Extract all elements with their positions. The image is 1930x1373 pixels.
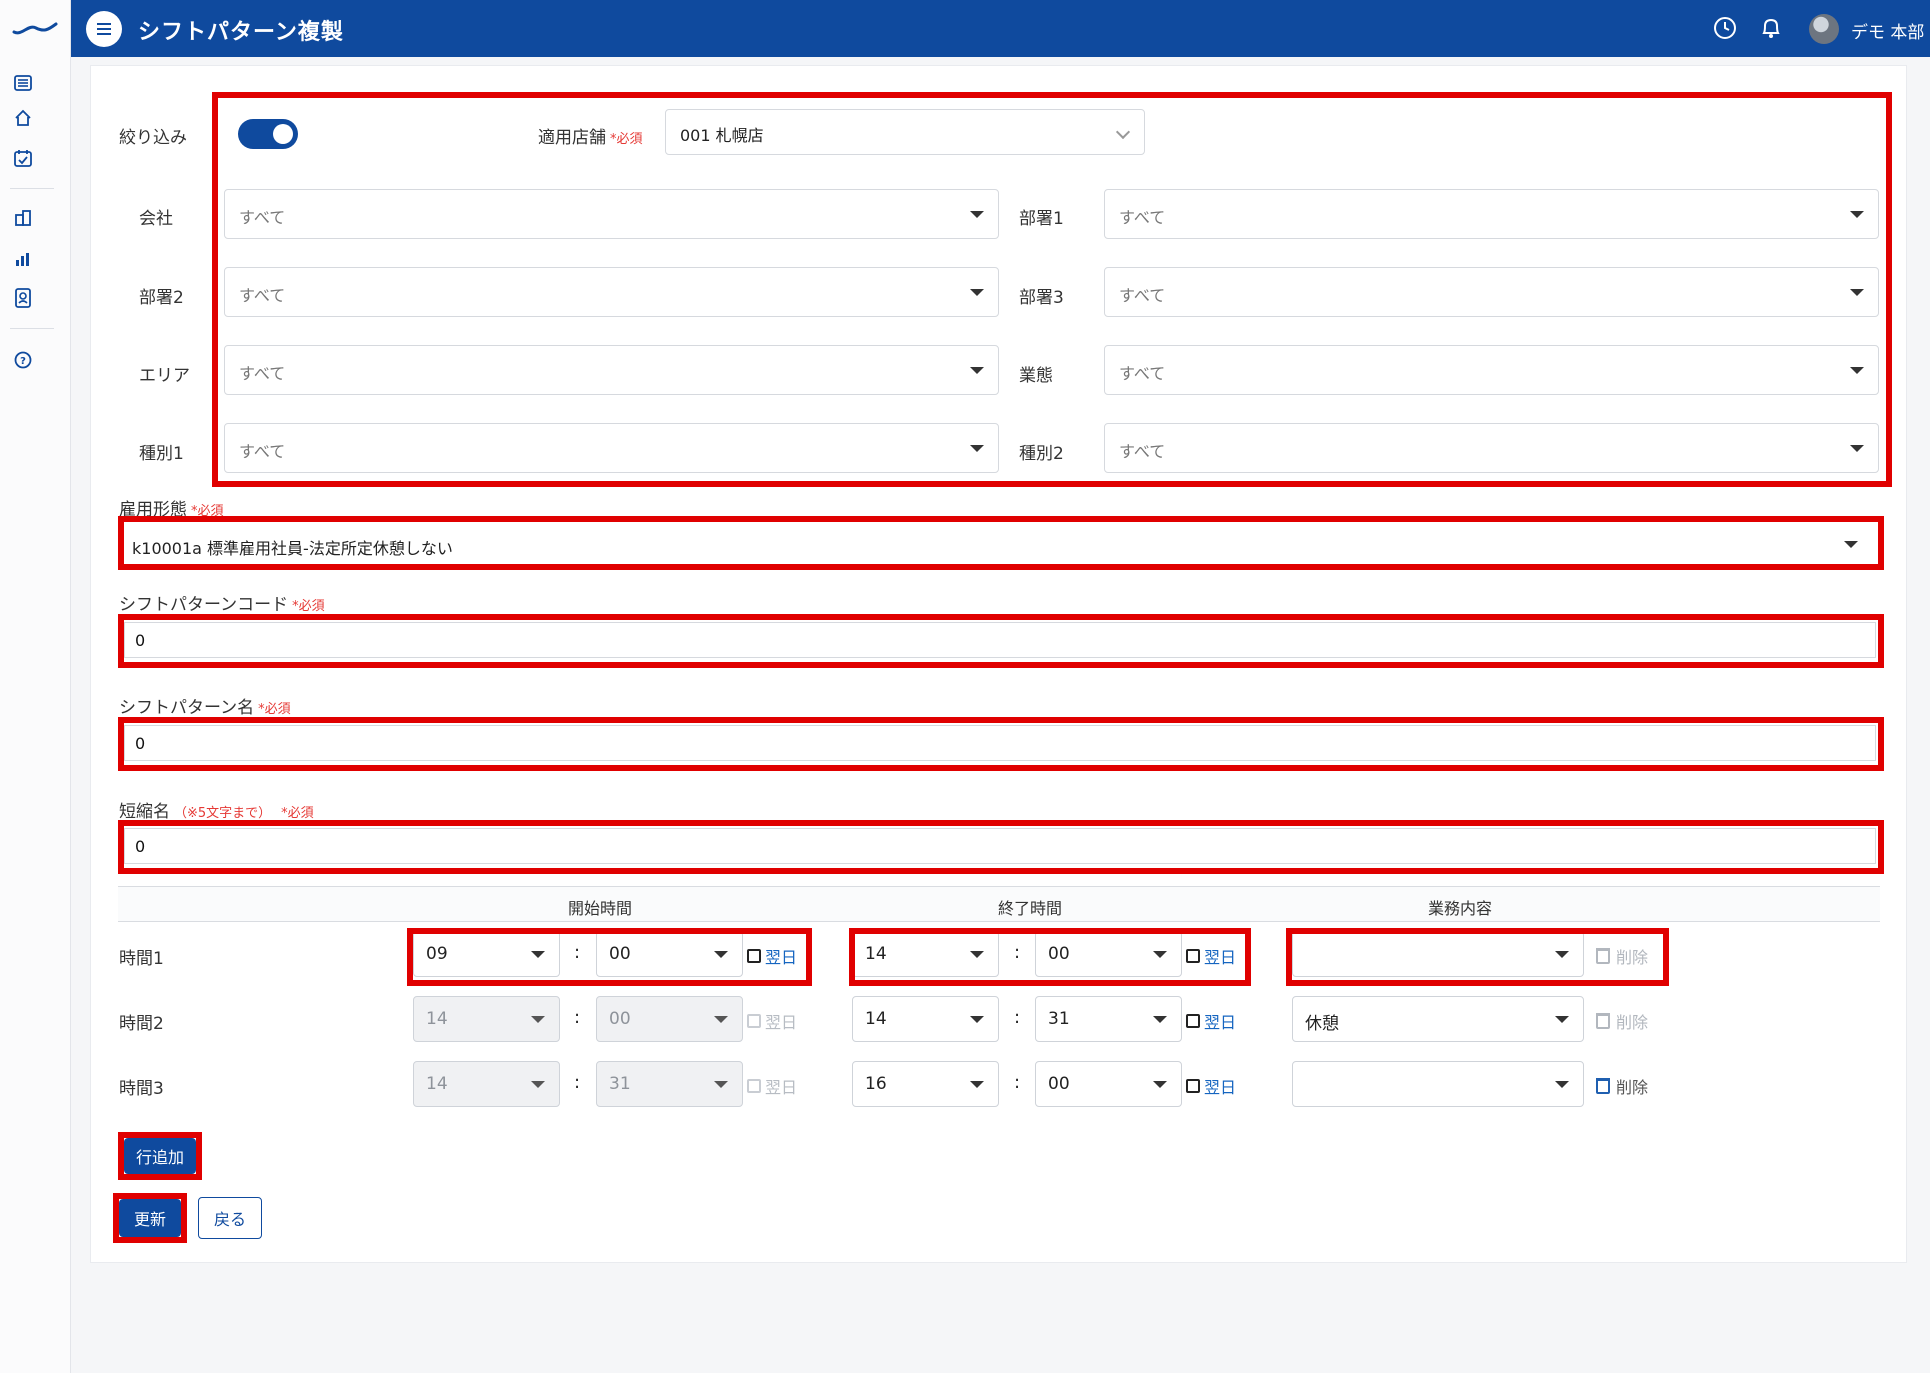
filter-label: 絞り込み: [119, 128, 187, 148]
code-label: シフトパターンコード *必須: [119, 595, 325, 615]
header-end-time: 終了時間: [998, 899, 1063, 918]
building-icon[interactable]: [13, 208, 33, 228]
start-hour-select: 14: [413, 996, 560, 1042]
filter-label-dept3: 部署3: [1019, 288, 1064, 308]
task-select[interactable]: [1292, 931, 1584, 977]
header-start-time: 開始時間: [568, 899, 633, 918]
end-next-day-checkbox[interactable]: 翌日: [1186, 944, 1236, 968]
short-name-input[interactable]: 0: [124, 828, 1876, 864]
rail-divider: [10, 188, 54, 189]
list-icon[interactable]: [13, 73, 33, 93]
trash-icon: [1596, 1078, 1610, 1094]
svg-text:?: ?: [20, 356, 26, 367]
end-hour-select[interactable]: 14: [852, 931, 999, 977]
start-minute-select: 31: [596, 1061, 743, 1107]
filter-label-type2: 種別2: [1019, 444, 1064, 464]
top-bar: シフトパターン複製 デモ 本部: [71, 0, 1930, 57]
start-hour-select: 14: [413, 1061, 560, 1107]
logo-icon[interactable]: [12, 16, 58, 40]
filter-label-dept1: 部署1: [1019, 209, 1064, 229]
filter-label-dept2: 部署2: [139, 288, 184, 308]
dept2-select[interactable]: すべて: [224, 267, 999, 317]
store-select[interactable]: 001 札幌店: [665, 109, 1145, 155]
short-name-label: 短縮名 （※5文字まで） *必須: [119, 802, 314, 822]
delete-button[interactable]: 削除: [1596, 1074, 1648, 1098]
home-icon[interactable]: [13, 108, 33, 128]
company-select[interactable]: すべて: [224, 189, 999, 239]
filter-label-company: 会社: [139, 209, 173, 229]
time-colon: :: [1014, 942, 1021, 963]
page-title: シフトパターン複製: [138, 20, 344, 45]
end-minute-select[interactable]: 00: [1035, 1061, 1182, 1107]
start-minute-select: 00: [596, 996, 743, 1042]
time-colon: :: [1014, 1007, 1021, 1028]
code-input[interactable]: 0: [124, 622, 1876, 658]
task-select[interactable]: 休憩: [1292, 996, 1584, 1042]
dept1-select[interactable]: すべて: [1104, 189, 1879, 239]
area-select[interactable]: すべて: [224, 345, 999, 395]
filter-label-business-type: 業態: [1019, 366, 1053, 386]
time-colon: :: [574, 942, 581, 963]
start-minute-select[interactable]: 00: [596, 931, 743, 977]
employment-select[interactable]: k10001a 標準雇用社員-法定所定休憩しない: [124, 522, 1876, 568]
trash-icon: [1596, 1013, 1610, 1029]
help-icon[interactable]: ?: [13, 350, 33, 370]
add-row-button[interactable]: 行追加: [124, 1138, 196, 1174]
time-row-label: 時間2: [119, 1014, 164, 1034]
time-row-label: 時間3: [119, 1079, 164, 1099]
start-hour-select[interactable]: 09: [413, 931, 560, 977]
start-next-day-checkbox: 翌日: [747, 1074, 797, 1098]
start-next-day-checkbox[interactable]: 翌日: [747, 944, 797, 968]
filter-toggle[interactable]: [238, 119, 298, 149]
side-rail: ?: [0, 0, 71, 1373]
menu-icon[interactable]: [86, 11, 122, 47]
time-table-header: 開始時間 終了時間 業務内容: [118, 886, 1880, 922]
id-card-icon[interactable]: [13, 288, 33, 308]
end-next-day-checkbox[interactable]: 翌日: [1186, 1009, 1236, 1033]
end-hour-select[interactable]: 16: [852, 1061, 999, 1107]
end-minute-select[interactable]: 00: [1035, 931, 1182, 977]
avatar[interactable]: [1809, 14, 1839, 44]
user-name[interactable]: デモ 本部: [1851, 18, 1924, 43]
dept3-select[interactable]: すべて: [1104, 267, 1879, 317]
header-task: 業務内容: [1428, 899, 1493, 918]
business-type-select[interactable]: すべて: [1104, 345, 1879, 395]
bar-chart-icon[interactable]: [13, 249, 33, 269]
end-minute-select[interactable]: 31: [1035, 996, 1182, 1042]
back-button[interactable]: 戻る: [198, 1197, 262, 1239]
clock-icon[interactable]: [1712, 15, 1738, 41]
time-colon: :: [1014, 1072, 1021, 1093]
name-label: シフトパターン名 *必須: [119, 698, 291, 718]
time-colon: :: [574, 1007, 581, 1028]
name-input[interactable]: 0: [124, 725, 1876, 761]
task-select[interactable]: [1292, 1061, 1584, 1107]
update-button[interactable]: 更新: [119, 1199, 181, 1237]
trash-icon: [1596, 948, 1610, 964]
filter-label-area: エリア: [139, 366, 190, 386]
type2-select[interactable]: すべて: [1104, 423, 1879, 473]
delete-button: 削除: [1596, 1009, 1648, 1033]
start-next-day-checkbox: 翌日: [747, 1009, 797, 1033]
calendar-check-icon[interactable]: [13, 148, 33, 168]
bell-icon[interactable]: [1758, 15, 1784, 41]
filter-label-type1: 種別1: [139, 444, 184, 464]
delete-button[interactable]: 削除: [1596, 944, 1648, 968]
rail-divider: [10, 328, 54, 329]
store-label: 適用店舗 *必須: [538, 128, 643, 148]
employment-label: 雇用形態 *必須: [119, 500, 224, 520]
time-colon: :: [574, 1072, 581, 1093]
end-hour-select[interactable]: 14: [852, 996, 999, 1042]
time-row-label: 時間1: [119, 949, 164, 969]
type1-select[interactable]: すべて: [224, 423, 999, 473]
end-next-day-checkbox[interactable]: 翌日: [1186, 1074, 1236, 1098]
